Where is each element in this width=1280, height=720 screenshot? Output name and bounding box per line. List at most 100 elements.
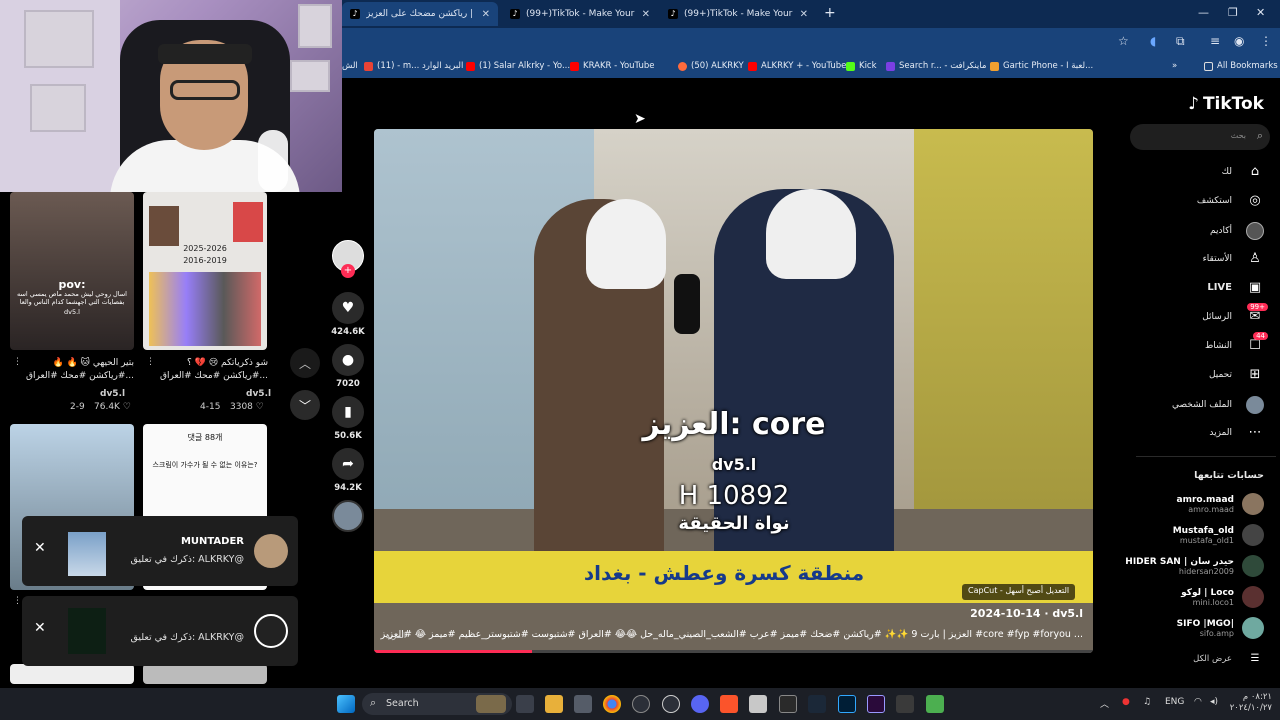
- notification-thumbnail: [68, 532, 106, 576]
- nav-messages[interactable]: الرسائل ✉ 99+: [1202, 303, 1268, 324]
- discord-icon[interactable]: [691, 695, 709, 713]
- nav-following[interactable]: أكاديم: [1210, 222, 1264, 240]
- feed-thumbnail[interactable]: pov: اسال روحي ليش محمد ماص يمسي اسه بفص…: [10, 192, 134, 350]
- bookmark-item[interactable]: ALKRKY + - YouTube: [748, 61, 846, 71]
- menu-icon[interactable]: ⋮: [1260, 34, 1272, 48]
- more-icon[interactable]: ⋮: [13, 596, 22, 606]
- nav-live[interactable]: LIVE ▣: [1207, 280, 1264, 295]
- bookmark-item[interactable]: Search r... - ماينكرافت: [886, 61, 986, 71]
- following-account[interactable]: amro.maad amro.maad: [1177, 493, 1264, 515]
- nav-activity[interactable]: النشاط ☐ 44: [1205, 332, 1268, 353]
- bookmark-label: الش: [342, 61, 358, 71]
- more-link[interactable]: المزيد: [386, 631, 406, 640]
- chevron-down-icon: ﹀: [298, 398, 311, 413]
- app-icon[interactable]: [896, 695, 914, 713]
- bookmark-item[interactable]: (50) ALKRKY: [678, 61, 744, 71]
- browser-tab-1[interactable]: ♪ رياكشن مضحك على العزيز | ✕: [342, 2, 498, 26]
- capcut-label[interactable]: CapCut - التعديل أصبح أسهل: [962, 584, 1076, 600]
- minimize-icon[interactable]: —: [1198, 6, 1209, 19]
- feed-thumbnail[interactable]: [10, 664, 134, 684]
- notification-toast[interactable]: ✕ ذكرك في تعليق: ALKRKY@: [22, 596, 298, 666]
- clock[interactable]: ٠٨:٢١ م ٢٠٢٤/١٠/٢٧: [1226, 692, 1272, 714]
- brave-icon[interactable]: [720, 695, 738, 713]
- notification-toast[interactable]: ✕ MUNTADER ذكرك في تعليق: ALKRKY@: [22, 516, 298, 586]
- tray-app-icon[interactable]: ●: [1122, 697, 1130, 707]
- address-bar[interactable]: ☆ ◖ ⧉ ≡ ◉ ⋮: [342, 28, 1280, 56]
- bookmark-item[interactable]: (11) - m... البريد الوارد: [364, 61, 463, 71]
- bookmark-item[interactable]: Gartic Phone - لعبة ا...: [990, 61, 1093, 71]
- account-username: hidersan2009: [1178, 566, 1234, 576]
- language-indicator[interactable]: ENG: [1165, 697, 1184, 707]
- minecraft-icon[interactable]: [926, 695, 944, 713]
- steam-like-icon[interactable]: [632, 695, 650, 713]
- close-icon[interactable]: ✕: [800, 9, 808, 20]
- overlay-text: 2016-2019: [183, 256, 227, 265]
- tray-chevron-icon[interactable]: ︿: [1100, 697, 1109, 710]
- obs-icon[interactable]: [662, 695, 680, 713]
- search-input[interactable]: بحث ⌕: [1130, 124, 1270, 150]
- tiktok-logo[interactable]: ♪ TikTok: [1188, 94, 1264, 114]
- bookmark-item[interactable]: الش: [342, 61, 358, 71]
- search-icon[interactable]: ⌕: [1257, 129, 1263, 143]
- next-video-button[interactable]: ﹀: [290, 390, 320, 420]
- comment-button[interactable]: ● 7020: [330, 344, 366, 389]
- volume-icon[interactable]: ◂): [1210, 697, 1218, 707]
- following-account[interactable]: Mustafa_old mustafa_old1: [1173, 524, 1264, 546]
- capcut-icon[interactable]: [779, 695, 797, 713]
- show-all-link[interactable]: عرض الكل ☰: [1193, 653, 1264, 664]
- bookmark-item[interactable]: (1) Salar Alkrky - Yo...: [466, 61, 570, 71]
- more-bookmarks-chevron[interactable]: »: [1172, 61, 1177, 71]
- close-icon[interactable]: ✕: [482, 9, 490, 20]
- bookmark-item[interactable]: Kick: [846, 61, 877, 71]
- like-button[interactable]: ♥ 424.6K: [330, 292, 366, 337]
- save-button[interactable]: ▮ 50.6K: [330, 396, 366, 441]
- browser-tab-2[interactable]: ♪ (99+)TikTok - Make Your Day ✕: [502, 2, 658, 26]
- restore-icon[interactable]: ❐: [1228, 6, 1238, 19]
- nav-friends[interactable]: الأستقاء ♙: [1203, 251, 1264, 266]
- nav-profile[interactable]: الملف الشخصي: [1172, 396, 1264, 414]
- chrome-icon[interactable]: [603, 695, 621, 713]
- windows-start-icon[interactable]: [337, 695, 355, 713]
- app-icon[interactable]: [749, 695, 767, 713]
- store-icon[interactable]: [574, 695, 592, 713]
- all-bookmarks[interactable]: All Bookmarks: [1204, 61, 1278, 71]
- close-icon[interactable]: ✕: [642, 9, 650, 20]
- following-account[interactable]: HIDER SAN | حيدر سان hidersan2009: [1125, 555, 1264, 577]
- share-button[interactable]: ➦ 94.2K: [330, 448, 366, 493]
- steam-icon[interactable]: [808, 695, 826, 713]
- browser-tab-3[interactable]: ♪ (99+)TikTok - Make Your Day ✕: [660, 2, 816, 26]
- nav-more[interactable]: المزيد ⋯: [1209, 425, 1264, 440]
- sound-disc[interactable]: [330, 500, 366, 532]
- bookmark-star-icon[interactable]: ☆: [1118, 34, 1129, 48]
- nav-explore[interactable]: استكشف ◎: [1197, 193, 1264, 208]
- media-icon[interactable]: ≡: [1210, 34, 1220, 48]
- feed-thumbnail[interactable]: [143, 664, 267, 684]
- close-icon[interactable]: ✕: [34, 540, 46, 556]
- puzzle-icon[interactable]: ⧉: [1176, 34, 1185, 49]
- premiere-icon[interactable]: [867, 695, 885, 713]
- close-window-icon[interactable]: ✕: [1256, 6, 1265, 19]
- nav-for-you[interactable]: لك ⌂: [1222, 164, 1264, 179]
- feed-caption: بتير الحيهي 🐱 🔥 🔥 #رياكشن #محك #العراق..…: [26, 358, 134, 381]
- nav-upload[interactable]: تحميل ⊞: [1209, 367, 1264, 382]
- wifi-icon[interactable]: ◠: [1194, 697, 1202, 707]
- follow-plus-icon[interactable]: +: [341, 264, 355, 278]
- photoshop-icon[interactable]: [838, 695, 856, 713]
- bookmark-item[interactable]: KRAKR - YouTube: [570, 61, 654, 71]
- microphone-icon[interactable]: ♫: [1143, 697, 1151, 707]
- video-player[interactable]: العزيز: core dv5.l H 10892 نواة الحقيقة …: [374, 129, 1093, 653]
- close-icon[interactable]: ✕: [34, 620, 46, 636]
- extension-icon[interactable]: ◖: [1150, 34, 1156, 48]
- like-count: 424.6K: [331, 327, 365, 337]
- new-tab-button[interactable]: +: [824, 5, 836, 21]
- video-progress-bar[interactable]: [374, 650, 1093, 653]
- following-account[interactable]: لوكو | Loco mini.loco1: [1181, 586, 1264, 608]
- task-view-icon[interactable]: [516, 695, 534, 713]
- previous-video-button[interactable]: ︿: [290, 348, 320, 378]
- taskbar-search[interactable]: ⌕ Search: [362, 693, 512, 715]
- file-explorer-icon[interactable]: [545, 695, 563, 713]
- following-account[interactable]: SIFO |MGO| sifo.amp: [1177, 617, 1264, 639]
- profile-avatar[interactable]: ◉: [1234, 34, 1244, 48]
- creator-avatar[interactable]: +: [330, 240, 366, 278]
- feed-thumbnail[interactable]: 2025-2026 2016-2019: [143, 192, 267, 350]
